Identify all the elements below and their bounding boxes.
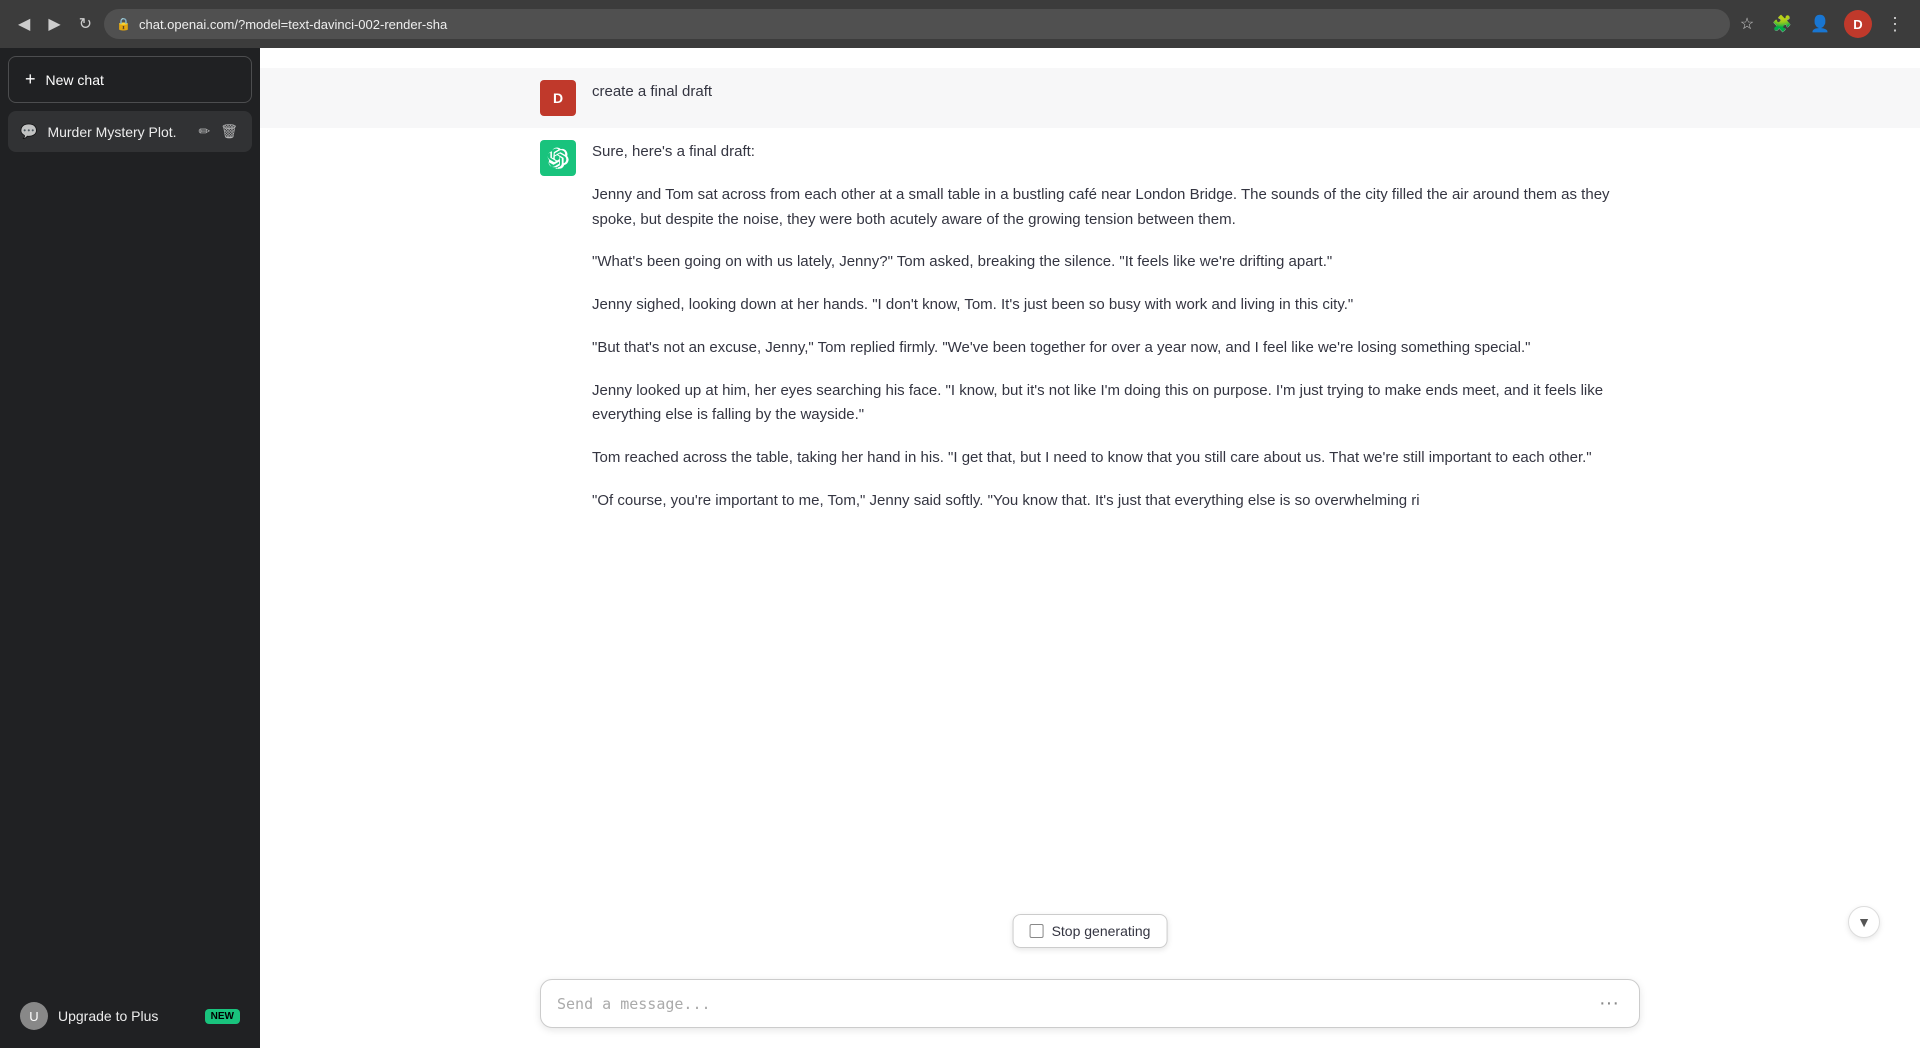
paragraph-4: "But that's not an excuse, Jenny," Tom r…	[592, 336, 1640, 361]
chat-item-label: Murder Mystery Plot.	[47, 124, 186, 140]
user-avatar: D	[540, 80, 576, 116]
chat-icon: 💬	[20, 123, 37, 140]
chevron-down-icon: ▼	[1857, 914, 1871, 930]
ai-message-row: Sure, here's a final draft: Jenny and To…	[260, 128, 1920, 526]
sidebar: + New chat 💬 Murder Mystery Plot. ✏ 🗑 U …	[0, 48, 260, 1048]
paragraph-7: "Of course, you're important to me, Tom,…	[592, 489, 1640, 514]
stop-checkbox-icon	[1030, 924, 1044, 938]
plus-icon: +	[25, 69, 36, 90]
ai-intro: Sure, here's a final draft:	[592, 143, 755, 160]
paragraph-1: Jenny and Tom sat across from each other…	[592, 183, 1640, 233]
chat-area: D create a final draft Sure, here's a fi…	[260, 48, 1920, 1048]
new-badge: NEW	[205, 1009, 240, 1024]
paragraph-5: Jenny looked up at him, her eyes searchi…	[592, 379, 1640, 429]
message-input[interactable]	[557, 995, 1595, 1013]
upgrade-label: Upgrade to Plus	[58, 1008, 158, 1024]
input-area: ···	[260, 963, 1920, 1048]
upgrade-to-plus-button[interactable]: U Upgrade to Plus NEW	[8, 992, 252, 1040]
back-button[interactable]: ◀	[12, 10, 36, 38]
lock-icon: 🔒	[116, 17, 131, 31]
url-text: chat.openai.com/?model=text-davinci-002-…	[139, 17, 447, 32]
stop-generating-container: Stop generating	[1013, 914, 1168, 948]
chat-main: D create a final draft Sure, here's a fi…	[260, 48, 1920, 1048]
input-box: ···	[540, 979, 1640, 1028]
ai-avatar	[540, 140, 576, 176]
paragraph-3: Jenny sighed, looking down at her hands.…	[592, 293, 1640, 318]
delete-chat-button[interactable]: 🗑	[218, 121, 240, 142]
chat-history-item[interactable]: 💬 Murder Mystery Plot. ✏ 🗑	[8, 111, 252, 152]
ai-message-content: Sure, here's a final draft: Jenny and To…	[592, 140, 1640, 514]
paragraph-6: Tom reached across the table, taking her…	[592, 446, 1640, 471]
profile-icon-button[interactable]: 👤	[1806, 10, 1834, 38]
user-avatar-sidebar: U	[20, 1002, 48, 1030]
input-more-button[interactable]: ···	[1595, 992, 1623, 1015]
new-chat-label: New chat	[46, 72, 104, 88]
extension-button[interactable]: 🧩	[1768, 10, 1796, 38]
forward-button[interactable]: ▶	[42, 10, 66, 38]
address-bar[interactable]: 🔒 chat.openai.com/?model=text-davinci-00…	[104, 9, 1730, 39]
reload-button[interactable]: ↻	[73, 10, 98, 38]
user-message-content: create a final draft	[592, 80, 1640, 105]
bookmark-star-button[interactable]: ☆	[1736, 10, 1758, 38]
user-message-row: D create a final draft	[260, 68, 1920, 128]
edit-chat-button[interactable]: ✏	[196, 121, 212, 142]
scroll-bottom-button[interactable]: ▼	[1848, 906, 1880, 938]
new-chat-button[interactable]: + New chat	[8, 56, 252, 103]
stop-generating-button[interactable]: Stop generating	[1013, 914, 1168, 948]
stop-label: Stop generating	[1052, 923, 1151, 939]
browser-menu-button[interactable]: ⋮	[1882, 10, 1908, 39]
paragraph-2: "What's been going on with us lately, Je…	[592, 250, 1640, 275]
user-avatar-browser[interactable]: D	[1844, 10, 1872, 38]
